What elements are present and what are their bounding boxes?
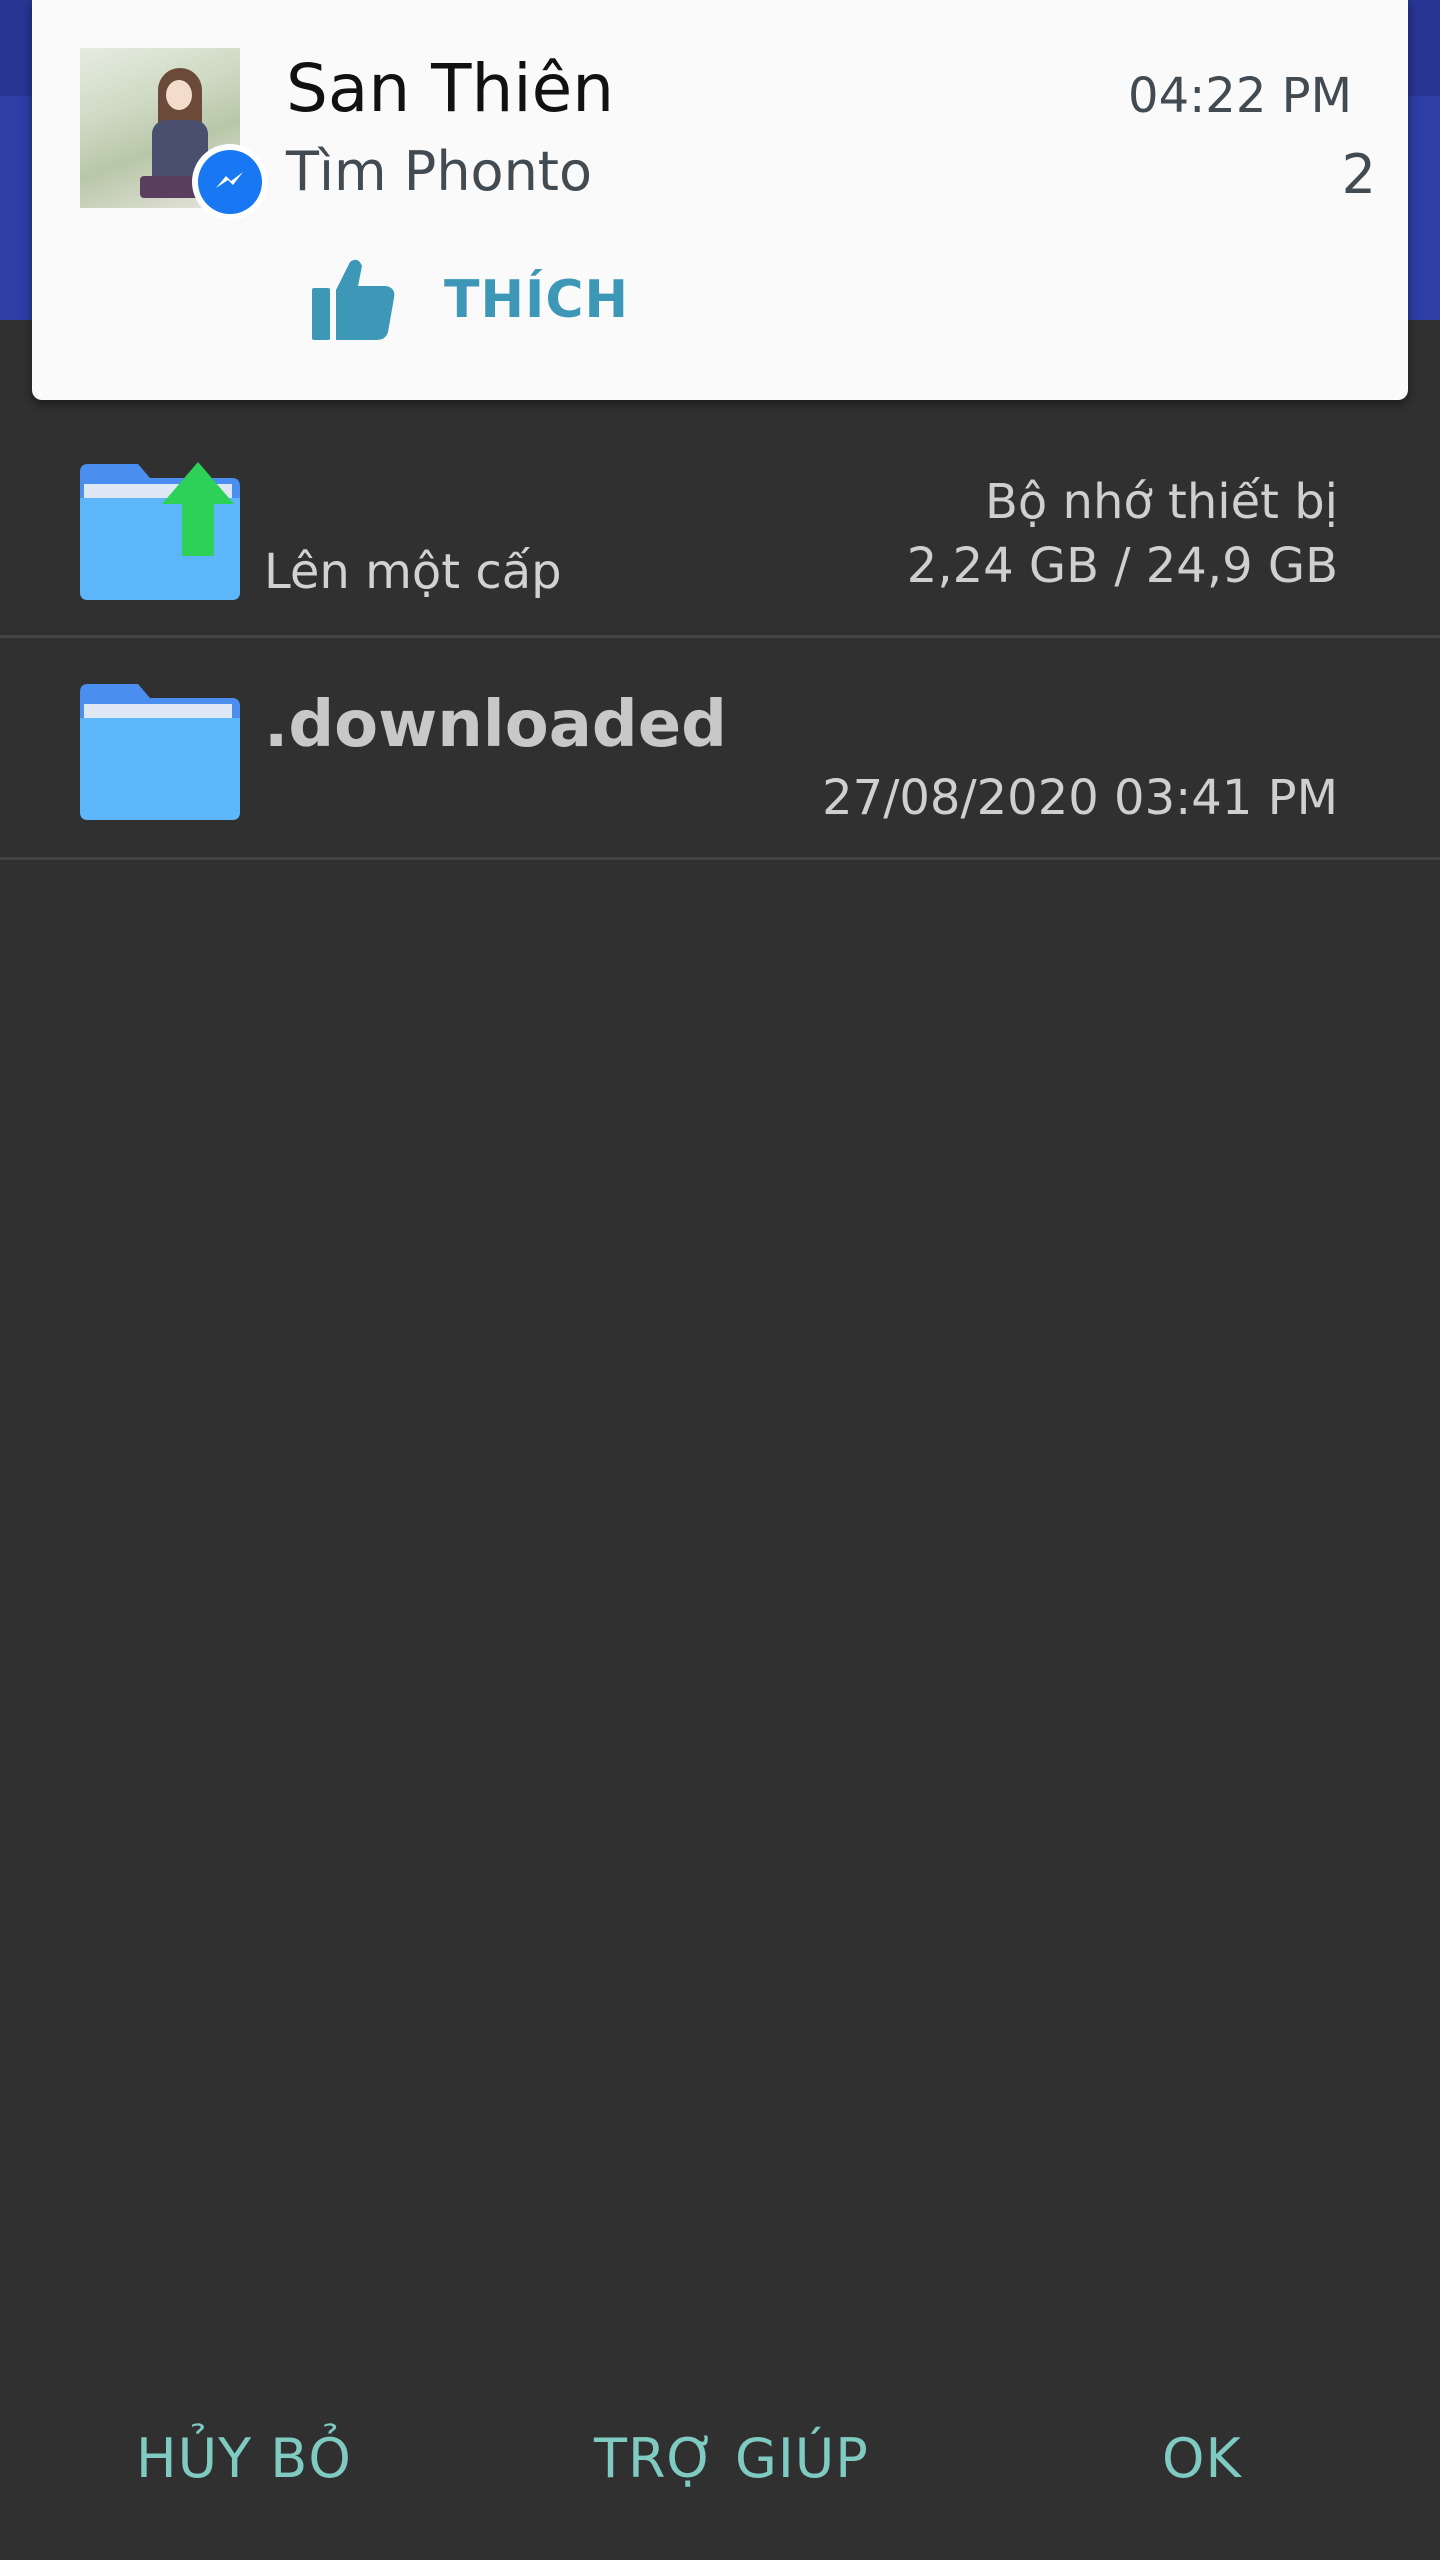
- like-action-label: THÍCH: [444, 270, 630, 330]
- folder-name: .downloaded: [264, 688, 727, 762]
- parent-folder-row[interactable]: Lên một cấp Bộ nhớ thiết bị 2,24 GB / 24…: [0, 408, 1440, 638]
- messenger-notification[interactable]: San Thiên Tìm Phonto 04:22 PM 2 THÍCH: [32, 0, 1408, 400]
- folder-icon: [80, 684, 240, 820]
- ok-button[interactable]: OK: [1162, 2414, 1242, 2504]
- folder-modified-date: 27/08/2020 03:41 PM: [822, 770, 1338, 826]
- notification-message: Tìm Phonto: [286, 140, 593, 203]
- notification-count: 2: [1341, 143, 1376, 206]
- folder-row-downloaded[interactable]: .downloaded 27/08/2020 03:41 PM: [0, 638, 1440, 860]
- folder-up-icon: [80, 462, 240, 600]
- cancel-button[interactable]: HỦY BỎ: [136, 2414, 352, 2504]
- thumbs-up-icon: [312, 259, 395, 340]
- storage-name: Bộ nhớ thiết bị: [984, 474, 1338, 530]
- messenger-icon: [192, 144, 268, 220]
- notification-sender: San Thiên: [286, 50, 615, 127]
- like-action-button[interactable]: THÍCH: [302, 250, 662, 350]
- parent-folder-label: Lên một cấp: [264, 544, 562, 600]
- help-button[interactable]: TRỢ GIÚP: [594, 2414, 869, 2504]
- notification-time: 04:22 PM: [1128, 68, 1352, 124]
- storage-size: 2,24 GB / 24,9 GB: [906, 538, 1338, 594]
